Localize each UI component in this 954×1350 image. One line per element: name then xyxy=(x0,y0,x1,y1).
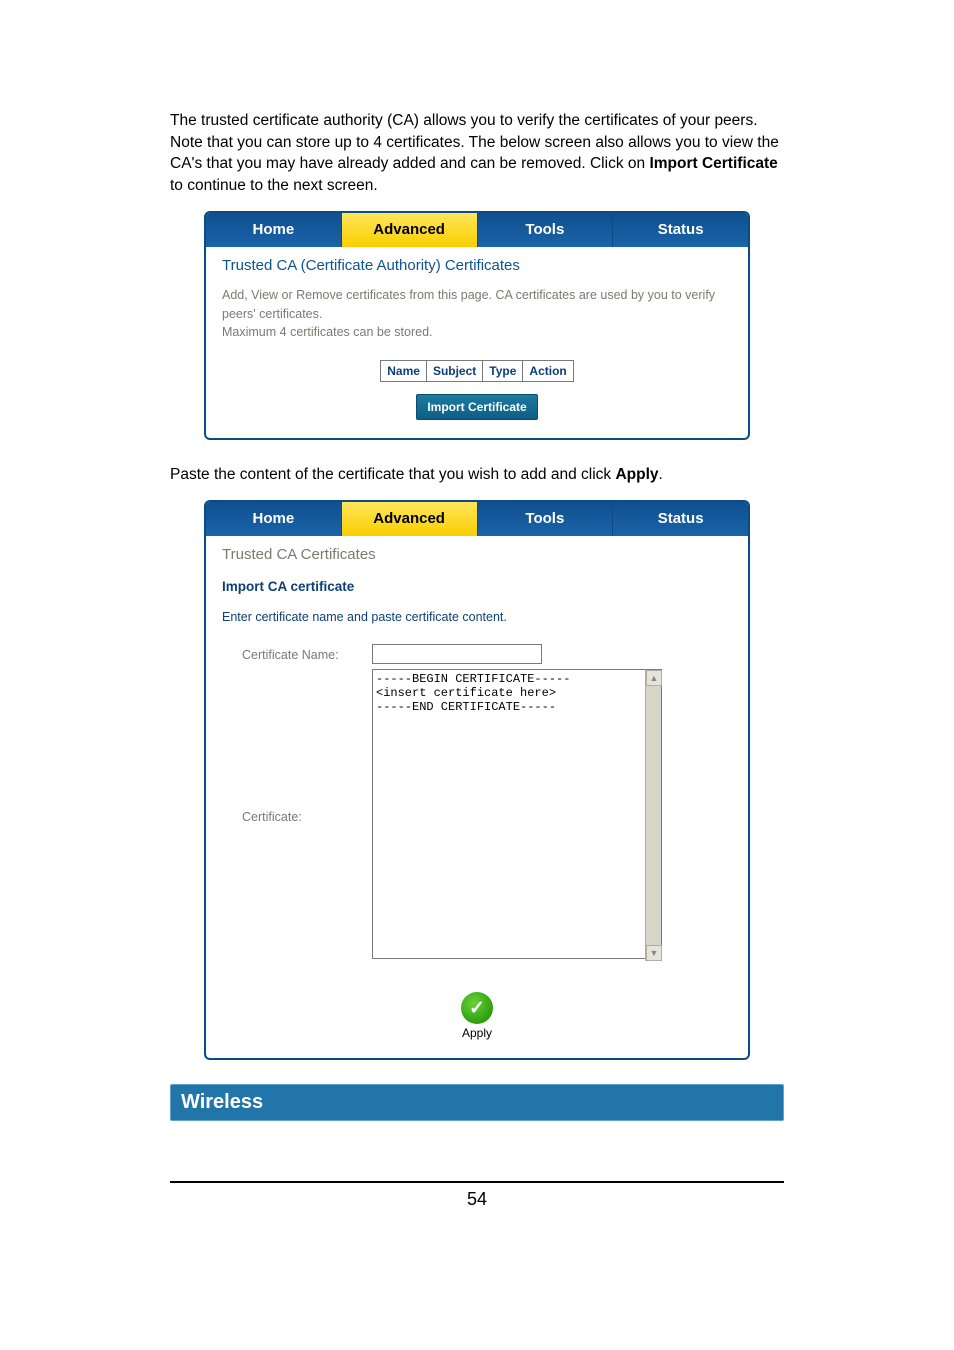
panel2-desc: Enter certificate name and paste certifi… xyxy=(222,608,732,627)
import-certificate-button[interactable]: Import Certificate xyxy=(416,394,537,420)
page-number: 54 xyxy=(170,1189,784,1210)
tab-tools[interactable]: Tools xyxy=(478,213,614,247)
apply-check-icon[interactable]: ✓ xyxy=(461,992,493,1024)
intro-paragraph: The trusted certificate authority (CA) a… xyxy=(170,110,784,197)
textarea-scrollbar[interactable]: ▲ ▼ xyxy=(645,670,661,961)
wireless-heading: Wireless xyxy=(170,1084,784,1121)
panel2-subtitle: Import CA certificate xyxy=(222,579,732,594)
cert-table-header: Name Subject Type Action xyxy=(380,360,574,382)
panel2-title: Trusted CA Certificates xyxy=(222,546,732,563)
col-subject: Subject xyxy=(426,361,482,382)
tab-status[interactable]: Status xyxy=(613,213,748,247)
scroll-up-icon[interactable]: ▲ xyxy=(646,670,662,686)
tab-home-2[interactable]: Home xyxy=(206,502,342,536)
apply-button-label[interactable]: Apply xyxy=(222,1026,732,1040)
paste-paragraph: Paste the content of the certificate tha… xyxy=(170,464,784,486)
tab-status-2[interactable]: Status xyxy=(613,502,748,536)
tab-home[interactable]: Home xyxy=(206,213,342,247)
col-action: Action xyxy=(523,361,573,382)
col-type: Type xyxy=(483,361,523,382)
tab-advanced[interactable]: Advanced xyxy=(342,213,478,247)
tab-tools-2[interactable]: Tools xyxy=(478,502,614,536)
tab-row-2: Home Advanced Tools Status xyxy=(206,502,748,536)
footer-rule xyxy=(170,1181,784,1183)
col-name: Name xyxy=(381,361,427,382)
ca-list-panel: Home Advanced Tools Status Trusted CA (C… xyxy=(204,211,750,440)
cert-name-label: Certificate Name: xyxy=(242,644,372,662)
tab-advanced-2[interactable]: Advanced xyxy=(342,502,478,536)
cert-content-textarea[interactable] xyxy=(372,669,662,959)
panel-description: Add, View or Remove certificates from th… xyxy=(222,286,732,342)
panel-title: Trusted CA (Certificate Authority) Certi… xyxy=(222,257,732,274)
tab-row: Home Advanced Tools Status xyxy=(206,213,748,247)
cert-content-label: Certificate: xyxy=(242,806,372,824)
cert-name-input[interactable] xyxy=(372,644,542,664)
scroll-down-icon[interactable]: ▼ xyxy=(646,945,662,961)
import-ca-panel: Home Advanced Tools Status Trusted CA Ce… xyxy=(204,500,750,1061)
